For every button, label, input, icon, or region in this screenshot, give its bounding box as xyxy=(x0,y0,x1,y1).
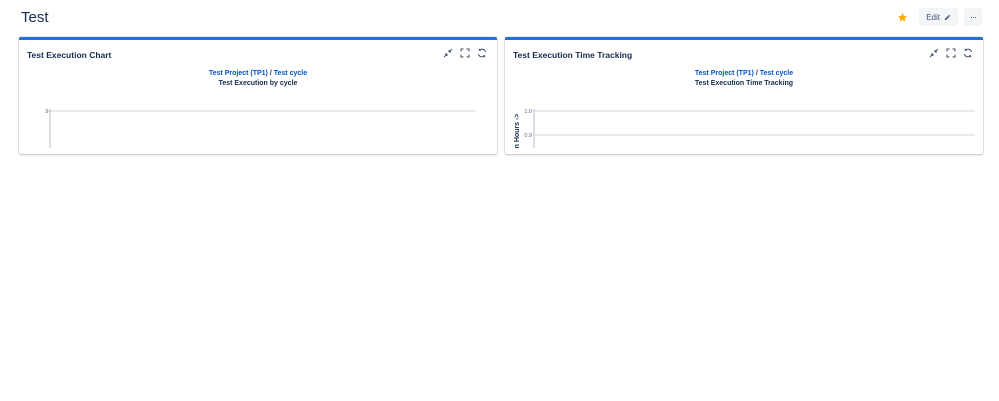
y-axis-label: n Hours -> xyxy=(514,114,521,149)
cycle-link[interactable]: Test cycle xyxy=(274,70,307,77)
chart-header: Test Project (TP1) / Test cycle Test Exe… xyxy=(19,69,497,89)
y-tick-label: 3 xyxy=(45,109,48,115)
breadcrumb-separator: / xyxy=(269,70,272,77)
refresh-icon xyxy=(964,48,972,58)
fullscreen-icon xyxy=(460,48,470,58)
chart-subtitle: Test Execution by cycle xyxy=(218,80,298,87)
breadcrumb-separator: / xyxy=(755,70,758,77)
gadget-title: Test Execution Time Tracking xyxy=(513,50,633,60)
fullscreen-button[interactable] xyxy=(946,48,956,58)
minimize-icon xyxy=(443,48,453,58)
fullscreen-icon xyxy=(946,48,956,58)
refresh-button[interactable] xyxy=(963,48,973,58)
gadget-time-tracking: Test Execution Time Tracking Test Projec… xyxy=(505,37,983,154)
more-icon: ··· xyxy=(970,12,977,22)
pencil-icon xyxy=(944,14,951,20)
gadget-tools xyxy=(443,48,487,58)
refresh-icon xyxy=(478,48,486,58)
y-tick-label: 1.0 xyxy=(524,109,532,115)
chart-header: Test Project (TP1) / Test cycle Test Exe… xyxy=(505,69,983,89)
edit-label: Edit xyxy=(926,12,940,22)
minimize-button[interactable] xyxy=(443,48,453,58)
page-header: Test Edit ··· xyxy=(0,0,999,36)
minimize-button[interactable] xyxy=(929,48,939,58)
time-tracking-chart: 1.0 0.9n Hours -> xyxy=(514,109,975,149)
gadget-title: Test Execution Chart xyxy=(27,50,112,60)
project-link[interactable]: Test Project (TP1) xyxy=(209,70,268,77)
minimize-icon xyxy=(929,48,939,58)
execution-chart: 3 xyxy=(45,109,476,148)
fullscreen-button[interactable] xyxy=(460,48,470,58)
gadget-tools xyxy=(929,48,973,58)
page-title: Test xyxy=(21,9,49,26)
cycle-link[interactable]: Test cycle xyxy=(760,70,793,77)
y-tick-label: 0.9 xyxy=(524,133,532,139)
project-link[interactable]: Test Project (TP1) xyxy=(695,70,754,77)
gadget-test-execution-chart: Test Execution Chart Test Project (TP1) … xyxy=(19,37,497,154)
refresh-button[interactable] xyxy=(477,48,487,58)
more-button[interactable]: ··· xyxy=(964,8,982,26)
star-icon xyxy=(897,12,907,22)
favorite-button[interactable] xyxy=(891,8,913,26)
edit-button[interactable]: Edit xyxy=(919,8,958,26)
chart-subtitle: Test Execution Time Tracking xyxy=(694,80,794,87)
header-actions: Edit ··· xyxy=(891,8,982,26)
